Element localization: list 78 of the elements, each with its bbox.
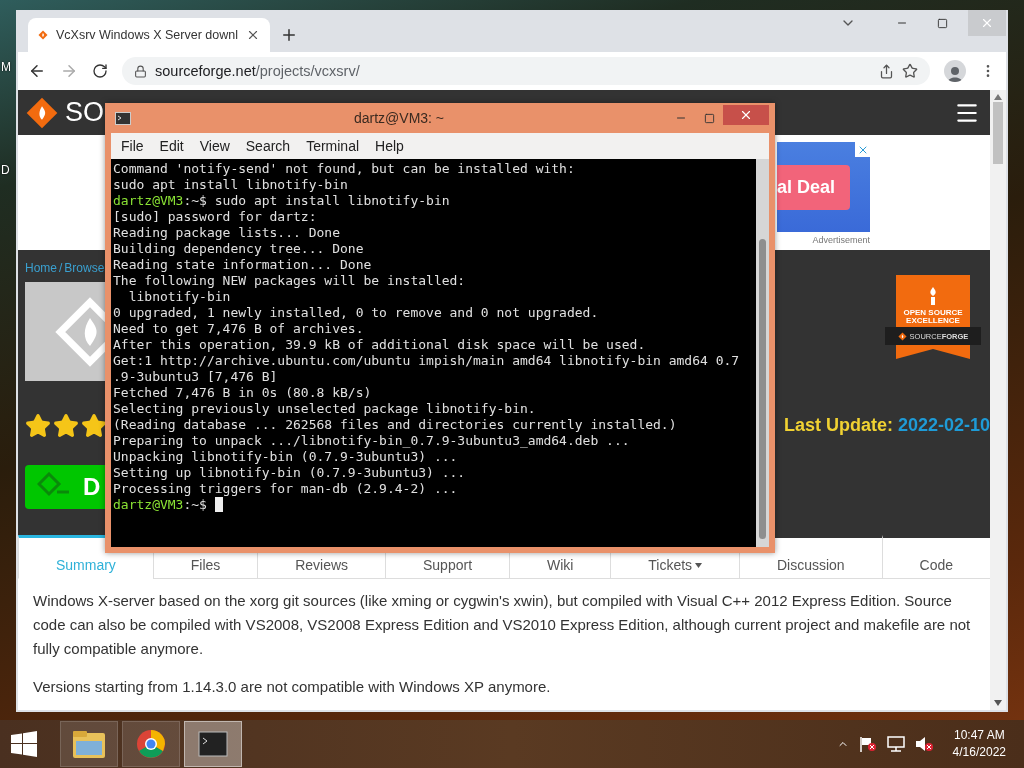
- terminal-line: sudo apt install libnotify-bin: [113, 177, 348, 192]
- close-icon: [980, 16, 994, 30]
- description-paragraph: Versions starting from 1.14.3.0 are not compatible with Windows XP anymore.: [32, 677, 552, 697]
- scroll-down-icon[interactable]: [994, 700, 1002, 706]
- flag-icon[interactable]: [858, 736, 877, 752]
- terminal-line: Get:1 http://archive.ubuntu.com/ubuntu impish/main amd64 libnotify-bin amd64 0.7: [113, 353, 740, 368]
- taskbar-button[interactable]: [60, 721, 118, 767]
- description-paragraph: Windows X-server based on the xorg git sources (like xming or cygwin's xwin), but compiled with Visual C++ 2012 Express Edition. Source code can also be compiled with VS2008, VS2008 Express Edition and VS2010 Express Edition, although current project and makefile are not fully compatible anymore.: [32, 591, 972, 659]
- breadcrumb-link[interactable]: Browse: [64, 261, 105, 275]
- terminal-icon: [115, 111, 131, 125]
- terminal-line: Unpacking libnotify-bin (0.7.9-3ubuntu3) ...: [113, 449, 458, 464]
- window-title: dartz@VM3: ~: [352, 110, 446, 126]
- menu-item[interactable]: Edit: [151, 138, 192, 154]
- desktop-icon-label: D: [1, 163, 10, 177]
- last-update-label: Last Update:: [783, 415, 893, 436]
- menu-item[interactable]: File: [113, 138, 152, 154]
- terminal-line: Setting up libnotify-bin (0.7.9-3ubuntu3) ...: [113, 465, 466, 480]
- reload-icon[interactable]: [92, 63, 108, 79]
- terminal-icon: [198, 731, 228, 757]
- browser-icon: [136, 729, 166, 759]
- terminal-line: .9-3ubuntu3 [7,476 B]: [113, 369, 278, 384]
- maximize-icon[interactable]: [936, 17, 948, 29]
- terminal-line: libnotify-bin: [127, 289, 231, 304]
- scrollbar-thumb[interactable]: [759, 239, 766, 539]
- new-tab-icon[interactable]: [280, 26, 298, 44]
- desktop-icon-label: M: [1, 60, 11, 74]
- terminal-line: Building dependency tree... Done: [113, 241, 364, 256]
- logo-icon: [25, 95, 59, 130]
- url-text: sourceforge.net/projects/vcxsrv/: [155, 63, 360, 79]
- maximize-icon[interactable]: [703, 112, 715, 124]
- browser-tab[interactable]: VcXsrv Windows X Server downl: [28, 18, 270, 52]
- lock-icon: [134, 64, 147, 78]
- badge-text: EXCELLENCE: [906, 317, 960, 325]
- network-icon[interactable]: [886, 736, 905, 752]
- terminal-line: Preparing to unpack .../libnotify-bin_0.7.9-3ubuntu3_amd64.deb ...: [113, 433, 630, 448]
- menu-item[interactable]: Terminal: [298, 138, 368, 154]
- site-logo-text: SO: [65, 97, 104, 128]
- profile-avatar[interactable]: [944, 60, 966, 82]
- star-icon[interactable]: [902, 63, 918, 79]
- speaker-icon[interactable]: [914, 736, 933, 752]
- terminal-line: [sudo] password for dartz:: [113, 209, 317, 224]
- terminal-line: Reading package lists... Done: [113, 225, 340, 240]
- scrollbar-thumb[interactable]: [993, 102, 1003, 164]
- terminal-line: Command 'notify-send' not found, but can be installed with:: [113, 161, 575, 176]
- ad-label: Advertisement: [812, 235, 870, 245]
- share-icon[interactable]: [879, 63, 894, 79]
- badge-text: OPEN SOURCE: [903, 309, 963, 317]
- close-icon[interactable]: [246, 28, 260, 42]
- rating-star-icon: [53, 413, 79, 439]
- rating-star-icon: [25, 413, 51, 439]
- badge-logo-icon: [897, 331, 907, 341]
- terminal-line: (Reading database ... 262568 files and directories currently installed.): [113, 417, 677, 432]
- last-update-date: 2022-02-10: [897, 415, 990, 436]
- address-bar[interactable]: sourceforge.net/projects/vcxsrv/: [122, 57, 930, 85]
- terminal-line: Selecting previously unselected package libnotify-bin.: [113, 401, 536, 416]
- back-icon[interactable]: [28, 62, 46, 80]
- terminal-line: After this operation, 39.9 kB of additional disk space will be used.: [113, 337, 646, 352]
- menu-item[interactable]: Search: [237, 138, 299, 154]
- terminal-line: 0 upgraded, 1 newly installed, 0 to remove and 0 not upgraded.: [113, 305, 599, 320]
- menu-item[interactable]: Help: [367, 138, 412, 154]
- taskbar-button[interactable]: [184, 721, 242, 767]
- terminal-prompt: dartz@VM3:~$: [113, 497, 207, 512]
- terminal-line: Fetched 7,476 B in 0s (80.8 kB/s): [113, 385, 372, 400]
- menu-item[interactable]: View: [191, 138, 238, 154]
- breadcrumb-link[interactable]: Home: [25, 261, 57, 275]
- close-icon: [739, 108, 753, 122]
- terminal-line: Reading state information... Done: [113, 257, 372, 272]
- breadcrumb-separator: /: [59, 261, 63, 275]
- terminal-prompt: dartz@VM3:~$ sudo apt install libnotify-bin: [113, 193, 450, 208]
- terminal-line: Processing triggers for man-db (2.9.4-2) ...: [113, 481, 458, 496]
- terminal-line: The following NEW packages will be installed:: [113, 273, 466, 288]
- terminal-line: Need to get 7,476 B of archives.: [113, 321, 364, 336]
- start-icon[interactable]: [10, 731, 38, 757]
- clock[interactable]: 10:47 AM 4/16/2022: [952, 727, 1006, 761]
- scroll-up-icon[interactable]: [994, 94, 1002, 100]
- taskbar-button[interactable]: [122, 721, 180, 767]
- rating-star-icon: [81, 413, 107, 439]
- folder-icon: [72, 729, 106, 759]
